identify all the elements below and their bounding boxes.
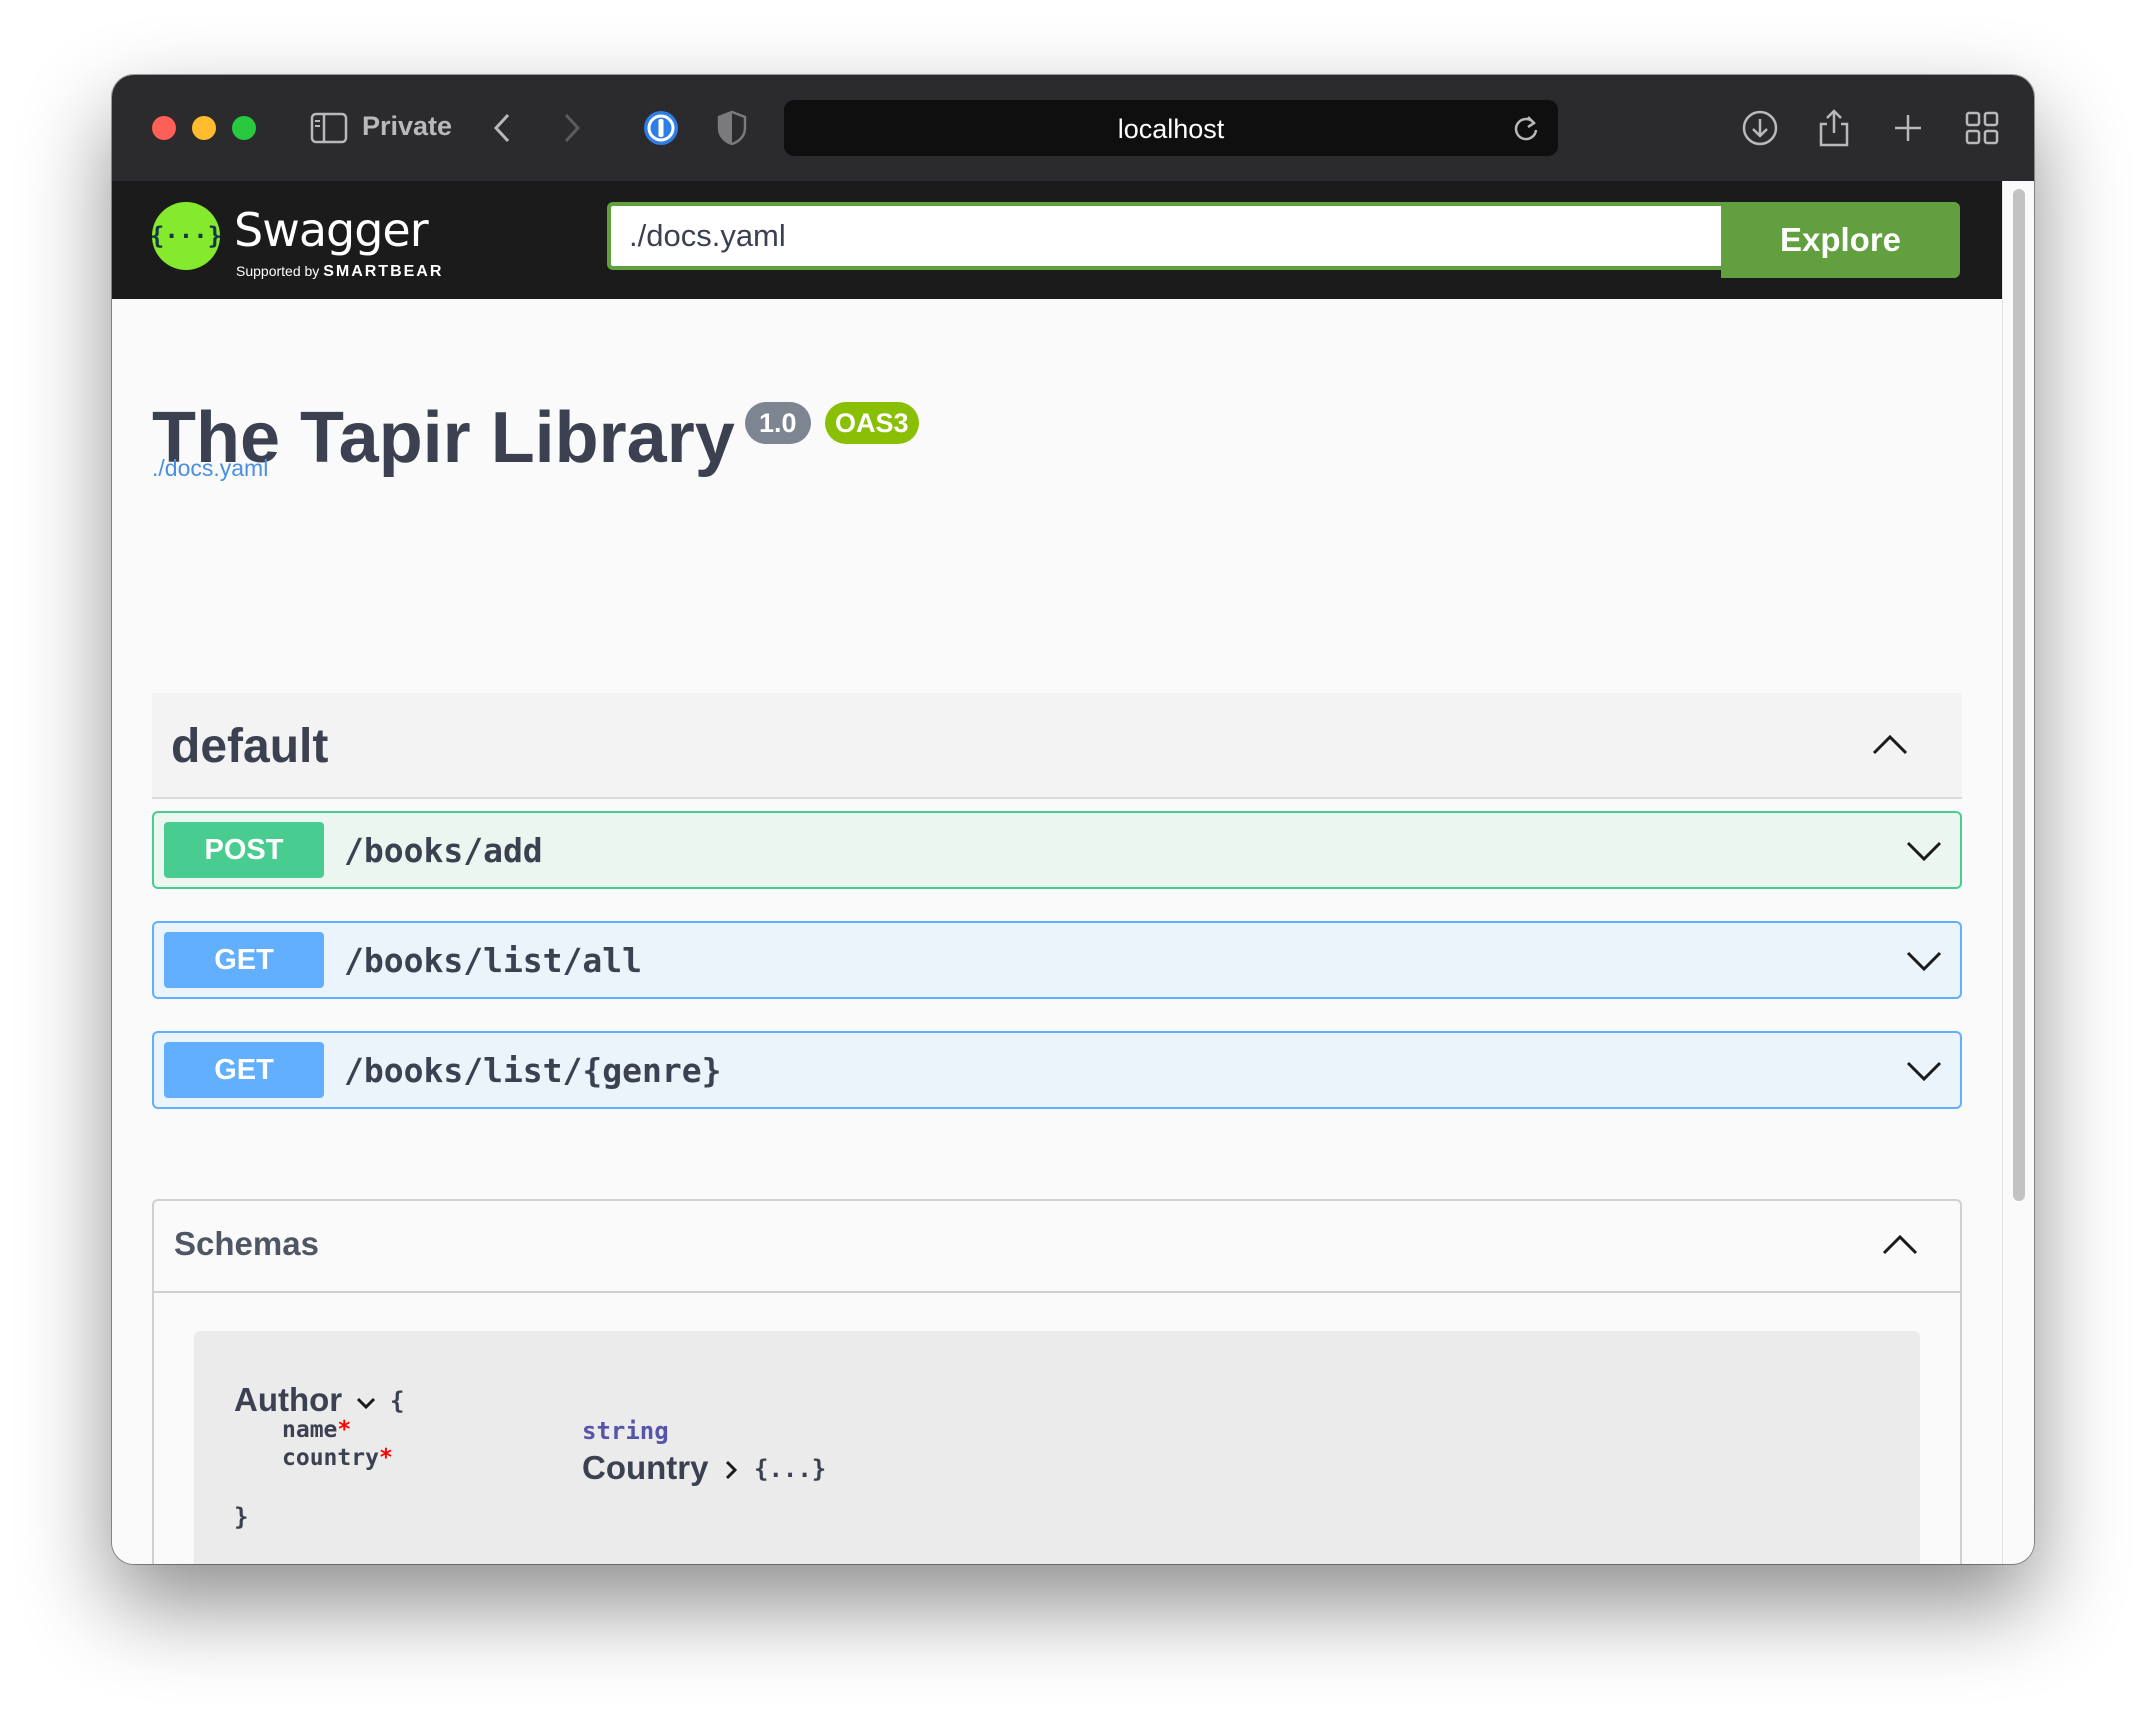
operation-path: /books/list/all <box>344 941 643 980</box>
open-brace: { <box>390 1387 405 1415</box>
oas-badge: OAS3 <box>825 402 919 444</box>
method-badge: GET <box>164 932 324 988</box>
ref-model-name[interactable]: Country <box>582 1449 709 1487</box>
property-type: string <box>582 1417 669 1445</box>
browser-toolbar: Private localhost <box>112 75 2034 183</box>
version-badge: 1.0 <box>745 402 811 444</box>
schemas-title: Schemas <box>174 1225 319 1262</box>
minimize-window-button[interactable] <box>192 116 216 140</box>
swagger-logo-text[interactable]: Swagger <box>234 203 429 257</box>
address-bar[interactable]: localhost <box>784 100 1558 156</box>
tag-name: default <box>171 720 329 773</box>
tag-section-default: default <box>152 693 1962 799</box>
model-name[interactable]: Author <box>234 1381 342 1419</box>
address-bar-text: localhost <box>1117 114 1225 144</box>
operation-get-books-list-genre[interactable]: GET /books/list/{genre} <box>152 1031 1962 1109</box>
download-icon[interactable] <box>1738 105 1782 151</box>
property-label: country <box>282 1445 379 1471</box>
supported-by-text: Supported by SMARTBEAR <box>236 263 443 281</box>
explore-button[interactable]: Explore <box>1721 202 1960 278</box>
required-marker: * <box>378 1445 393 1471</box>
model-author: Author { name* string country* Country {… <box>194 1331 1920 1564</box>
chevron-down-icon[interactable] <box>1904 833 1944 869</box>
method-badge: POST <box>164 822 324 878</box>
chevron-up-icon[interactable] <box>1876 1221 1924 1269</box>
operation-get-books-list-all[interactable]: GET /books/list/all <box>152 921 1962 999</box>
forward-icon[interactable] <box>552 105 592 151</box>
operation-post-books-add[interactable]: POST /books/add <box>152 811 1962 889</box>
smartbear-label: SMARTBEAR <box>323 263 444 280</box>
swagger-topbar: {···} Swagger Supported by SMARTBEAR Exp… <box>112 181 2002 299</box>
required-marker: * <box>337 1417 352 1443</box>
sidebar-icon[interactable] <box>308 105 350 151</box>
supported-by-label: Supported by <box>236 263 320 279</box>
property-name: country* <box>282 1445 393 1471</box>
tag-header[interactable]: default <box>152 693 1962 799</box>
operation-path: /books/add <box>344 831 543 870</box>
property-name: name* <box>282 1417 351 1443</box>
chevron-up-icon[interactable] <box>1866 721 1914 769</box>
tab-overview-icon[interactable] <box>1960 105 2004 151</box>
chevron-down-icon[interactable] <box>354 1391 378 1415</box>
schemas-header[interactable]: Schemas <box>154 1201 1960 1293</box>
page-content: {···} Swagger Supported by SMARTBEAR Exp… <box>112 181 2002 1564</box>
spec-url-input[interactable] <box>607 202 1721 270</box>
password-manager-icon[interactable] <box>638 105 684 151</box>
shield-icon[interactable] <box>712 105 752 151</box>
method-badge: GET <box>164 1042 324 1098</box>
property-label: name <box>282 1417 338 1443</box>
scrollbar[interactable] <box>2002 181 2034 1564</box>
close-window-button[interactable] <box>152 116 176 140</box>
private-mode-label: Private <box>362 111 453 141</box>
reload-icon[interactable] <box>1508 110 1544 146</box>
chevron-right-icon[interactable] <box>720 1459 742 1481</box>
schemas-section: Schemas Author { name* string country* C… <box>152 1199 1962 1564</box>
chevron-down-icon[interactable] <box>1904 943 1944 979</box>
spec-link[interactable]: ./docs.yaml <box>152 455 268 482</box>
maximize-window-button[interactable] <box>232 116 256 140</box>
collapsed-object[interactable]: {...} <box>754 1455 826 1483</box>
scrollbar-thumb[interactable] <box>2013 189 2025 1201</box>
swagger-logo-icon[interactable]: {···} <box>150 202 222 270</box>
close-brace: } <box>234 1503 249 1531</box>
share-icon[interactable] <box>1812 105 1856 151</box>
operation-path: /books/list/{genre} <box>344 1051 722 1090</box>
back-icon[interactable] <box>482 105 522 151</box>
browser-window: Private localhost {···} Swagger Supporte… <box>112 75 2034 1564</box>
chevron-down-icon[interactable] <box>1904 1053 1944 1089</box>
new-tab-icon[interactable] <box>1886 105 1930 151</box>
